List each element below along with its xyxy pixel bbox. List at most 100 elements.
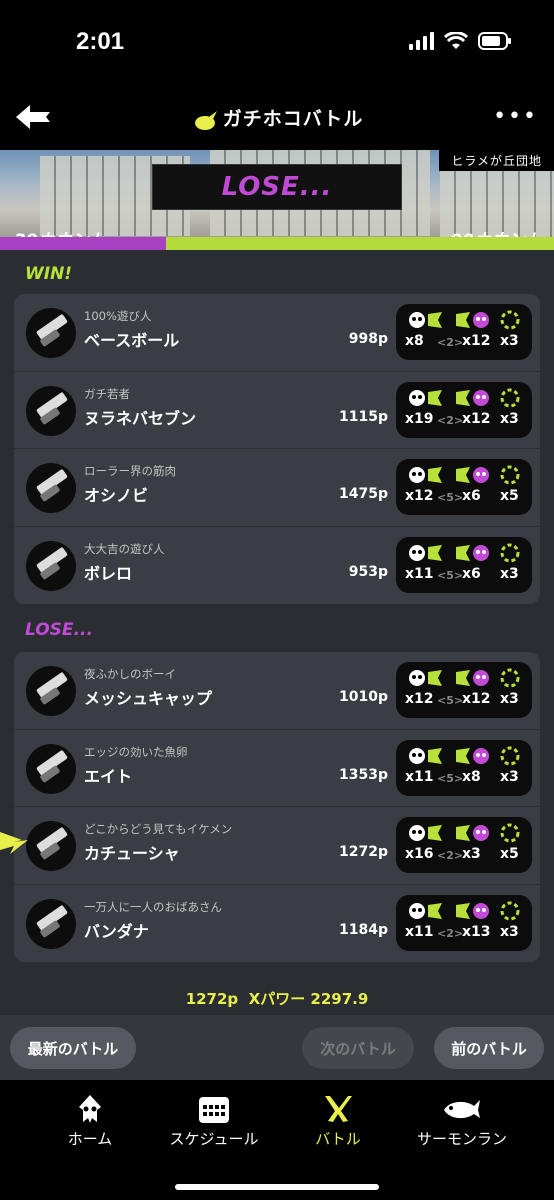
special-icon	[500, 543, 520, 562]
player-name: ボレロ	[84, 563, 133, 583]
special-icon	[500, 310, 520, 330]
death-icon	[456, 670, 489, 686]
weapon-icon	[26, 743, 76, 794]
player-name: カチューシャ	[84, 844, 180, 863]
stage-name: ヒラメが丘団地	[439, 150, 554, 171]
kill-icon	[409, 312, 442, 328]
player-row[interactable]: 夜ふかしのボーイ メッシュキャップ 1010p x12 <5> x12 x3	[14, 652, 540, 730]
death-icon	[456, 825, 489, 841]
salmon-icon	[444, 1100, 480, 1119]
tab-schedule[interactable]: スケジュール	[154, 1094, 274, 1149]
player-title: 100%遊び人	[84, 309, 152, 323]
summary-xpower: Xパワー 2297.9	[248, 990, 369, 1008]
tab-schedule-label: スケジュール	[169, 1130, 259, 1148]
tab-battle-label: バトル	[315, 1130, 361, 1148]
scoreboard[interactable]: WIN! 100%遊び人 ベースボール 998p x8 <2> x12 x3 ガチ若者 ヌラネバ…	[0, 250, 554, 1015]
kill-count: x12	[405, 488, 434, 504]
kill-count: x11	[405, 768, 434, 785]
player-row[interactable]: エッジの効いた魚卵 エイト 1353p x11 <5> x8 x3	[14, 730, 540, 807]
kill-icon	[409, 902, 442, 919]
death-count: x6	[462, 488, 481, 504]
player-row[interactable]: 100%遊び人 ベースボール 998p x8 <2> x12 x3	[14, 294, 540, 372]
win-team-label: WIN!	[25, 264, 73, 284]
player-row[interactable]: 大大吉の遊び人 ボレロ 953p x11 <5> x6 x3	[14, 527, 540, 605]
death-count: x6	[462, 565, 481, 582]
player-title: 夜ふかしのボーイ	[84, 667, 176, 681]
count-bar	[0, 237, 554, 250]
tab-battle[interactable]: バトル	[278, 1094, 398, 1149]
death-count: x13	[462, 923, 491, 940]
home-indicator	[175, 1184, 379, 1190]
player-stats: x8 <2> x12 x3	[396, 304, 532, 360]
kill-icon	[409, 670, 442, 686]
death-icon	[456, 467, 489, 483]
kill-icon	[409, 544, 442, 561]
special-count: x3	[500, 410, 519, 427]
assist-count: <5>	[437, 568, 464, 582]
tab-home[interactable]: ホーム	[30, 1094, 150, 1149]
player-points: 1353p	[339, 766, 388, 783]
player-points: 1010p	[339, 689, 388, 705]
special-icon	[500, 465, 520, 485]
player-points: 953p	[348, 563, 388, 580]
special-icon	[500, 668, 520, 688]
death-icon	[456, 747, 489, 764]
assist-count: <5>	[437, 491, 464, 504]
calendar-icon	[199, 1097, 229, 1123]
next-battle-button[interactable]: 次のバトル	[302, 1027, 414, 1069]
page-title-text: ガチホコバトル	[222, 108, 364, 130]
special-count: x3	[500, 691, 519, 707]
player-points: 1115p	[339, 408, 388, 425]
death-count: x3	[462, 846, 481, 862]
special-icon	[500, 746, 520, 765]
squid-icon	[79, 1095, 101, 1123]
death-icon	[456, 312, 489, 328]
assist-count: <2>	[437, 926, 464, 940]
player-title: 一万人に一人のおばあさん	[84, 899, 222, 914]
assist-count: <2>	[437, 849, 464, 862]
player-stats: x11 <2> x13 x3	[396, 894, 532, 951]
player-row[interactable]: ガチ若者 ヌラネバセブン 1115p x19 <2> x12 x3	[14, 372, 540, 449]
crossed-weapons-icon	[325, 1096, 352, 1122]
status-time: 2:01	[76, 28, 125, 55]
lose-team-label: LOSE...	[25, 620, 93, 640]
death-icon	[456, 902, 489, 919]
previous-battle-button[interactable]: 前のバトル	[434, 1027, 544, 1069]
player-points: 1184p	[339, 921, 388, 938]
special-icon	[500, 901, 520, 920]
win-team-list: 100%遊び人 ベースボール 998p x8 <2> x12 x3 ガチ若者 ヌラネバセブン 11…	[14, 294, 540, 604]
kill-count: x12	[405, 691, 434, 707]
death-count: x12	[462, 333, 491, 349]
special-icon	[500, 823, 520, 843]
status-bar: 2:01	[0, 0, 554, 90]
special-count: x3	[500, 565, 519, 582]
player-row[interactable]: どこからどう見てもイケメン カチューシャ 1272p x16 <2> x3 x5	[14, 807, 540, 885]
kill-icon	[409, 825, 442, 841]
kill-count: x8	[405, 333, 424, 349]
player-row[interactable]: ローラー界の筋肉 オシノビ 1475p x12 <5> x6 x5	[14, 449, 540, 527]
lose-team-list: 夜ふかしのボーイ メッシュキャップ 1010p x12 <5> x12 x3 エッジの効いた魚…	[14, 652, 540, 962]
page-title: ガチホコバトル	[0, 104, 554, 131]
tab-salmon-run[interactable]: サーモンラン	[402, 1094, 522, 1149]
kill-count: x16	[405, 846, 434, 862]
special-count: x3	[500, 333, 519, 349]
summary-points: 1272p	[185, 990, 239, 1008]
wifi-icon	[444, 32, 468, 49]
player-points: 1272p	[339, 844, 388, 860]
assist-count: <5>	[437, 694, 464, 707]
player-stats: x12 <5> x12 x3	[396, 662, 532, 718]
player-name: オシノビ	[84, 486, 149, 505]
player-row[interactable]: 一万人に一人のおばあさん バンダナ 1184p x11 <2> x13 x3	[14, 885, 540, 963]
more-icon[interactable]: •••	[493, 104, 538, 129]
assist-count: <5>	[437, 771, 464, 785]
player-title: エッジの効いた魚卵	[84, 744, 188, 759]
weapon-icon	[26, 898, 76, 949]
special-count: x3	[500, 768, 519, 785]
special-count: x5	[500, 488, 519, 504]
latest-battle-button[interactable]: 最新のバトル	[10, 1027, 136, 1069]
death-count: x8	[462, 768, 481, 785]
death-icon	[456, 389, 489, 406]
player-stats: x11 <5> x6 x3	[396, 536, 532, 593]
assist-count: <2>	[437, 336, 464, 349]
special-icon	[500, 388, 520, 407]
